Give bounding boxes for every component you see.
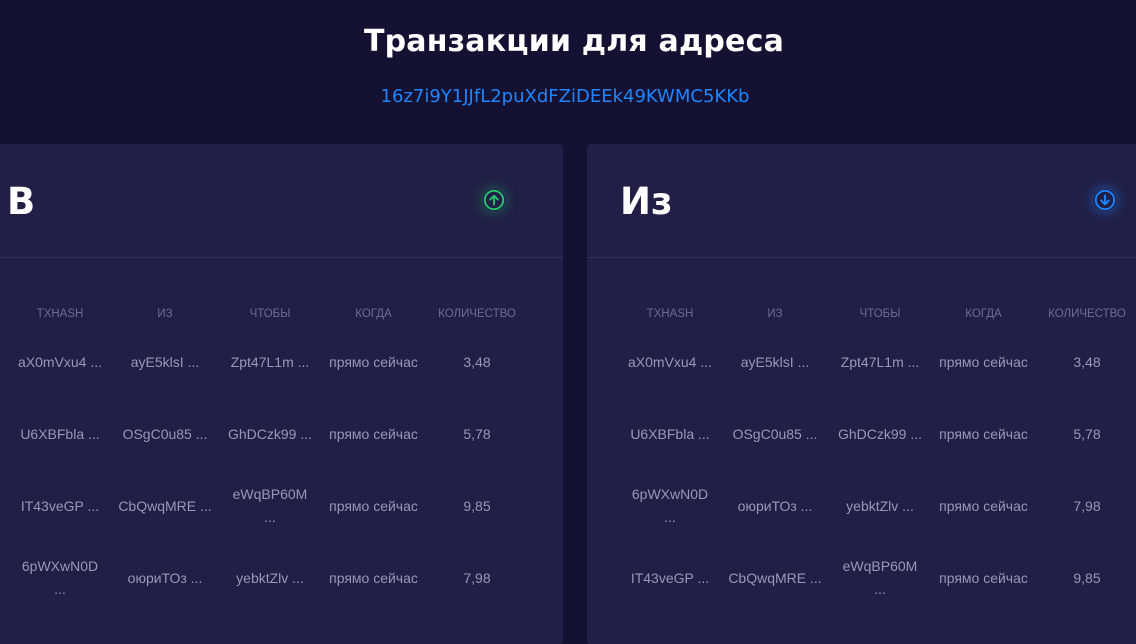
to-cell[interactable]: GhDCzk99 ...: [830, 398, 930, 470]
table-row[interactable]: 6pWXwN0D ... оюриТОз ... yebktZlv ... пр…: [620, 470, 1136, 542]
to-cell[interactable]: GhDCzk99 ...: [220, 398, 320, 470]
txhash-cell[interactable]: IT43veGP ...: [620, 542, 720, 614]
column-header-to: ЧТОБЫ: [249, 308, 291, 320]
to-cell[interactable]: eWqBP60M ...: [830, 542, 930, 614]
to-cell[interactable]: Zpt47L1m ...: [830, 326, 930, 398]
table-row[interactable]: IT43veGP ... CbQwqMRE ... eWqBP60M ... п…: [620, 542, 1136, 614]
arrow-down-circle-icon: [1094, 189, 1116, 211]
when-cell: прямо сейчас: [329, 569, 418, 586]
table-row[interactable]: aX0mVxu4 ... ayE5klsI ... Zpt47L1m ... п…: [10, 326, 527, 398]
column-header-to: ЧТОБЫ: [859, 308, 901, 320]
to-cell[interactable]: yebktZlv ...: [220, 542, 320, 614]
column-header-amount: КОЛИЧЕСТВО: [438, 308, 516, 320]
amount-cell: 7,98: [463, 569, 491, 586]
when-cell: прямо сейчас: [939, 497, 1028, 514]
table-row[interactable]: U6XBFbla ... OSgC0u85 ... GhDCzk99 ... п…: [620, 398, 1136, 470]
when-cell: прямо сейчас: [939, 353, 1028, 370]
address-link[interactable]: 16z7i9Y1JJfL2puXdFZiDEEk49KWMC5KKb: [0, 86, 1130, 107]
outgoing-panel-header: Из: [587, 144, 1136, 258]
from-cell[interactable]: CbQwqMRE ...: [720, 542, 830, 614]
incoming-panel-header: В: [0, 144, 563, 258]
txhash-cell[interactable]: 6pWXwN0D ...: [620, 470, 720, 542]
txhash-cell[interactable]: U6XBFbla ...: [10, 398, 110, 470]
table-header-row: TXHASH ИЗ ЧТОБЫ КОГДА КОЛИЧЕСТВО: [620, 302, 1136, 326]
from-cell[interactable]: оюриТОз ...: [720, 470, 830, 542]
when-cell: прямо сейчас: [939, 425, 1028, 442]
column-header-amount: КОЛИЧЕСТВО: [1048, 308, 1126, 320]
from-cell[interactable]: OSgC0u85 ...: [110, 398, 220, 470]
amount-cell: 3,48: [463, 353, 491, 370]
txhash-cell[interactable]: 6pWXwN0D ...: [10, 542, 110, 614]
when-cell: прямо сейчас: [939, 569, 1028, 586]
to-cell[interactable]: Zpt47L1m ...: [220, 326, 320, 398]
page-title: Транзакции для адреса: [363, 24, 785, 59]
column-header-when: КОГДА: [355, 308, 392, 320]
column-header-from: ИЗ: [767, 308, 783, 320]
column-header-when: КОГДА: [965, 308, 1002, 320]
outgoing-tx-table: TXHASH ИЗ ЧТОБЫ КОГДА КОЛИЧЕСТВО aX0mVxu…: [620, 302, 1136, 614]
amount-cell: 5,78: [1073, 425, 1101, 442]
to-cell[interactable]: eWqBP60M ...: [220, 470, 320, 542]
outgoing-panel: Из TXHASH ИЗ ЧТОБЫ КОГДА КОЛИЧЕСТВО aX0m…: [587, 144, 1136, 644]
from-cell[interactable]: оюриТОз ...: [110, 542, 220, 614]
from-cell[interactable]: ayE5klsI ...: [110, 326, 220, 398]
txhash-cell[interactable]: IT43veGP ...: [10, 470, 110, 542]
table-header-row: TXHASH ИЗ ЧТОБЫ КОГДА КОЛИЧЕСТВО: [10, 302, 527, 326]
incoming-tx-table: TXHASH ИЗ ЧТОБЫ КОГДА КОЛИЧЕСТВО aX0mVxu…: [10, 302, 527, 614]
column-header-txhash: TXHASH: [36, 308, 84, 320]
table-row[interactable]: U6XBFbla ... OSgC0u85 ... GhDCzk99 ... п…: [10, 398, 527, 470]
arrow-up-circle-icon: [483, 189, 505, 211]
amount-cell: 9,85: [463, 497, 491, 514]
from-cell[interactable]: CbQwqMRE ...: [110, 470, 220, 542]
amount-cell: 5,78: [463, 425, 491, 442]
column-header-txhash: TXHASH: [646, 308, 694, 320]
to-cell[interactable]: yebktZlv ...: [830, 470, 930, 542]
incoming-panel-title: В: [7, 180, 36, 223]
amount-cell: 9,85: [1073, 569, 1101, 586]
outgoing-panel-title: Из: [620, 180, 673, 223]
txhash-cell[interactable]: aX0mVxu4 ...: [620, 326, 720, 398]
amount-cell: 3,48: [1073, 353, 1101, 370]
txhash-cell[interactable]: aX0mVxu4 ...: [10, 326, 110, 398]
when-cell: прямо сейчас: [329, 353, 418, 370]
when-cell: прямо сейчас: [329, 497, 418, 514]
column-header-from: ИЗ: [157, 308, 173, 320]
table-row[interactable]: aX0mVxu4 ... ayE5klsI ... Zpt47L1m ... п…: [620, 326, 1136, 398]
table-row[interactable]: IT43veGP ... CbQwqMRE ... eWqBP60M ... п…: [10, 470, 527, 542]
from-cell[interactable]: OSgC0u85 ...: [720, 398, 830, 470]
table-row[interactable]: 6pWXwN0D ... оюриТОз ... yebktZlv ... пр…: [10, 542, 527, 614]
amount-cell: 7,98: [1073, 497, 1101, 514]
txhash-cell[interactable]: U6XBFbla ...: [620, 398, 720, 470]
from-cell[interactable]: ayE5klsI ...: [720, 326, 830, 398]
incoming-panel: В TXHASH ИЗ ЧТОБЫ КОГДА КОЛИЧЕСТВО aX0mV…: [0, 144, 563, 644]
when-cell: прямо сейчас: [329, 425, 418, 442]
